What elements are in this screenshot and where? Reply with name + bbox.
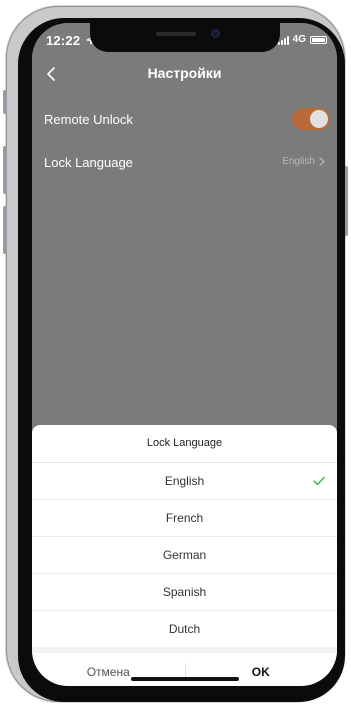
option-label: English [164, 474, 205, 488]
lock-language-value-group: English [282, 156, 325, 167]
speaker-grille [156, 32, 196, 36]
option-label: French [165, 511, 204, 525]
toggle-knob [310, 110, 328, 128]
lock-language-label: Lock Language [44, 155, 133, 170]
remote-unlock-row: Remote Unlock [32, 100, 337, 140]
front-camera [211, 29, 220, 38]
remote-unlock-label: Remote Unlock [44, 112, 133, 127]
language-options: English French German Spanish Dutch [32, 463, 337, 647]
screen: 12:22 4G Настройки Remote Unlock Lock La… [32, 23, 337, 686]
chevron-right-icon [319, 157, 325, 166]
option-label: German [162, 548, 207, 562]
nav-bar: Настройки [32, 57, 337, 91]
mute-switch [3, 90, 7, 114]
network-type: 4G [292, 34, 306, 45]
language-option-dutch[interactable]: Dutch [32, 611, 337, 647]
language-option-spanish[interactable]: Spanish [32, 574, 337, 611]
battery-icon [310, 35, 327, 44]
lock-language-value: English [282, 156, 315, 167]
status-indicators: 4G [277, 34, 327, 45]
option-label: Dutch [168, 622, 201, 636]
cancel-button[interactable]: Отмена [32, 653, 185, 686]
checkmark-icon [313, 463, 325, 499]
page-title: Настройки [147, 65, 222, 81]
home-indicator [131, 677, 239, 681]
language-option-english[interactable]: English [32, 463, 337, 500]
volume-up-button [3, 146, 7, 194]
language-picker-sheet: Lock Language English French German Span… [32, 425, 337, 686]
remote-unlock-toggle[interactable] [292, 108, 330, 130]
language-option-german[interactable]: German [32, 537, 337, 574]
option-label: Spanish [162, 585, 207, 599]
status-time: 12:22 [46, 33, 95, 48]
sheet-title: Lock Language [32, 425, 337, 463]
lock-language-row[interactable]: Lock Language English [32, 143, 337, 183]
ok-button[interactable]: OK [185, 653, 338, 686]
volume-down-button [3, 206, 7, 254]
language-option-french[interactable]: French [32, 500, 337, 537]
sheet-actions: Отмена OK [32, 653, 337, 686]
notch [90, 23, 280, 52]
clock: 12:22 [46, 33, 81, 48]
